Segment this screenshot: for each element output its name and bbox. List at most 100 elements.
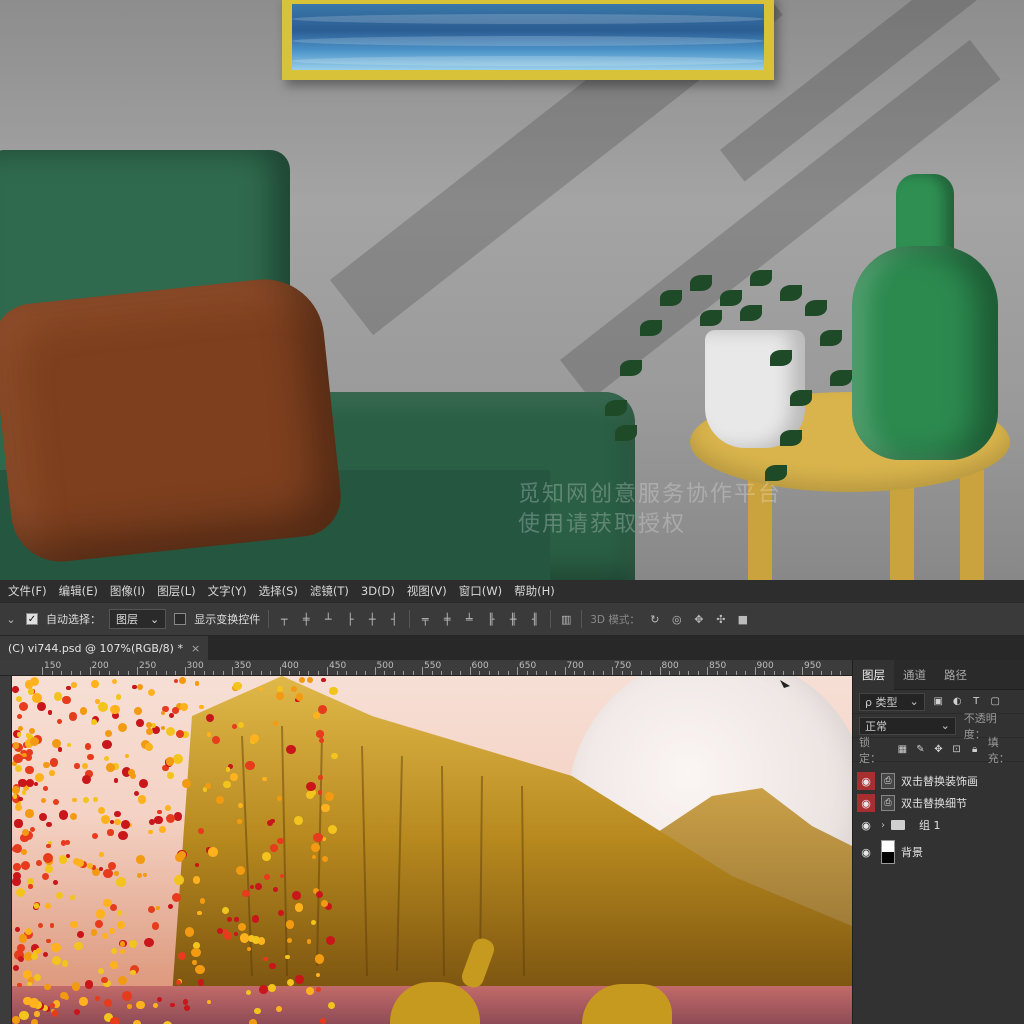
- distribute-hcenter-icon[interactable]: ╫: [506, 612, 520, 626]
- document-tab[interactable]: (C) vi744.psd @ 107%(RGB/8) * ×: [0, 636, 209, 660]
- tab-paths[interactable]: 路径: [935, 660, 976, 690]
- lock-paint-icon[interactable]: ✎: [915, 744, 925, 755]
- distribute-vcenter-icon[interactable]: ╪: [440, 612, 454, 626]
- distribute-top-icon[interactable]: ╤: [418, 612, 432, 626]
- foliage-dot: [44, 983, 52, 991]
- foliage-dot: [139, 778, 148, 788]
- foliage-dot: [25, 809, 34, 819]
- show-transform-checkbox[interactable]: [174, 613, 187, 625]
- menu-type[interactable]: 文字(Y): [202, 583, 253, 599]
- 3d-slide-icon[interactable]: ✣: [714, 612, 728, 626]
- foliage-dot: [248, 1018, 258, 1024]
- menu-view[interactable]: 视图(V): [401, 583, 453, 599]
- distribute-bottom-icon[interactable]: ╧: [462, 612, 476, 626]
- foliage-dot: [198, 979, 205, 986]
- ruler-label: 500: [376, 661, 394, 671]
- foliage-dot: [294, 816, 304, 826]
- foliage-dot: [270, 818, 275, 824]
- foliage-dot: [63, 994, 69, 1000]
- foliage-dot: [238, 802, 244, 808]
- foliage-dot: [205, 782, 212, 789]
- document-canvas[interactable]: [12, 676, 852, 1024]
- layer-filter-dropdown[interactable]: ρ 类型 ⌄: [859, 692, 925, 711]
- layer-row[interactable]: ◉ ⎙ 双击替换装饰画: [853, 770, 1024, 792]
- 3d-orbit-icon[interactable]: ↻: [648, 612, 662, 626]
- mockup-room-scene: 觅知网创意服务协作平台 使用请获取授权: [0, 0, 1024, 580]
- chevron-right-icon[interactable]: ›: [881, 820, 885, 831]
- foliage-dot: [25, 765, 34, 775]
- ruler-tick: [498, 671, 499, 675]
- foliage-dot: [30, 827, 36, 833]
- eye-icon[interactable]: ◉: [857, 772, 875, 790]
- blend-mode-dropdown[interactable]: 正常 ⌄: [859, 716, 956, 735]
- layer-row-group[interactable]: ◉ › 组 1: [853, 814, 1024, 836]
- foliage-dot: [73, 941, 83, 951]
- ruler-tick: [222, 671, 224, 675]
- lock-move-icon[interactable]: ✥: [933, 744, 943, 755]
- auto-select-checkbox[interactable]: ✓: [26, 613, 38, 625]
- menu-help[interactable]: 帮助(H): [508, 583, 561, 599]
- ruler-tick: [507, 671, 509, 675]
- foliage-dot: [321, 803, 330, 813]
- eye-icon[interactable]: ◉: [857, 794, 875, 812]
- foliage-dot: [286, 744, 296, 755]
- 3d-roll-icon[interactable]: ◎: [670, 612, 684, 626]
- foliage-dot: [101, 814, 110, 824]
- menu-edit[interactable]: 编辑(E): [53, 583, 104, 599]
- foliage-dot: [148, 906, 156, 913]
- align-right-icon[interactable]: ┤: [387, 612, 401, 626]
- foliage-dot: [113, 778, 119, 783]
- foliage-dot: [102, 739, 112, 749]
- menu-window[interactable]: 窗口(W): [453, 583, 508, 599]
- menu-filter[interactable]: 滤镜(T): [304, 583, 355, 599]
- close-icon[interactable]: ×: [191, 642, 200, 655]
- align-top-icon[interactable]: ┬: [277, 612, 291, 626]
- eye-icon[interactable]: ◉: [857, 843, 875, 861]
- layer-row-background[interactable]: ◉ 背景: [853, 836, 1024, 868]
- image-filter-icon[interactable]: ▣: [933, 696, 944, 707]
- ruler-tick: [270, 671, 271, 675]
- 3d-pan-icon[interactable]: ✥: [692, 612, 706, 626]
- panel-tabs: 图层 通道 路径: [853, 659, 1024, 690]
- distribute-left-icon[interactable]: ╟: [484, 612, 498, 626]
- tab-layers[interactable]: 图层: [853, 659, 894, 690]
- ruler-tick: [745, 671, 746, 675]
- tab-channels[interactable]: 通道: [894, 660, 935, 690]
- align-left-icon[interactable]: ├: [343, 612, 357, 626]
- distribute-right-icon[interactable]: ╢: [528, 612, 542, 626]
- foliage-dot: [43, 785, 48, 791]
- eye-icon[interactable]: ◉: [857, 816, 875, 834]
- foliage-dot: [34, 1011, 40, 1017]
- align-hcenter-icon[interactable]: ┼: [365, 612, 379, 626]
- 3d-scale-icon[interactable]: ■: [736, 612, 750, 626]
- foliage-dot: [254, 1007, 261, 1015]
- foliage-dot: [294, 903, 304, 912]
- ruler-tick: [431, 671, 433, 675]
- chevron-down-icon[interactable]: ⌄: [4, 612, 18, 626]
- shape-filter-icon[interactable]: ▢: [990, 696, 1001, 707]
- show-transform-label: 显示变换控件: [194, 613, 261, 626]
- layer-row[interactable]: ◉ ⎙ 双击替换细节: [853, 792, 1024, 814]
- type-filter-icon[interactable]: T: [971, 696, 982, 707]
- foliage-dot: [18, 778, 27, 788]
- foliage-dot: [251, 915, 260, 923]
- ruler-label: 850: [709, 661, 727, 671]
- menu-select[interactable]: 选择(S): [253, 583, 304, 599]
- lock-pixels-icon[interactable]: ▦: [897, 744, 907, 755]
- lock-all-icon[interactable]: 🔒︎: [970, 744, 980, 755]
- menu-file[interactable]: 文件(F): [2, 583, 53, 599]
- menu-image[interactable]: 图像(I): [104, 583, 151, 599]
- ruler-tick: [441, 671, 442, 675]
- align-vcenter-icon[interactable]: ╪: [299, 612, 313, 626]
- align-bottom-icon[interactable]: ┴: [321, 612, 335, 626]
- foliage-dot: [127, 1004, 132, 1009]
- adjustment-filter-icon[interactable]: ◐: [952, 696, 963, 707]
- menu-layer[interactable]: 图层(L): [151, 583, 201, 599]
- ruler-tick: [184, 667, 186, 675]
- ruler-tick: [536, 671, 537, 675]
- menu-3d[interactable]: 3D(D): [355, 584, 401, 598]
- auto-align-icon[interactable]: ▥: [559, 612, 573, 626]
- foliage-dot: [52, 798, 59, 805]
- auto-select-target-dropdown[interactable]: 图层 ⌄: [109, 609, 167, 629]
- lock-artboard-icon[interactable]: ⊡: [952, 744, 962, 755]
